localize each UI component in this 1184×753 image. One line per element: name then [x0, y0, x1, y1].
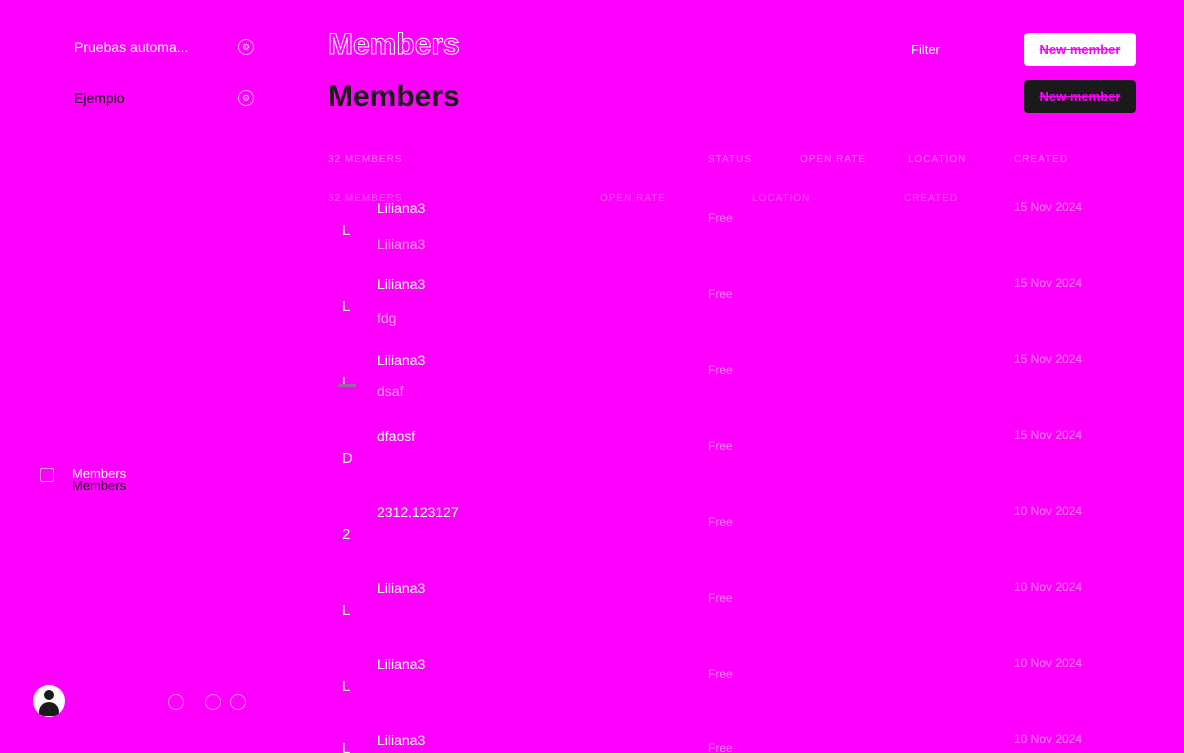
- member-avatar: 2: [342, 526, 351, 543]
- table-row[interactable]: L Liliana3 Free 10 Nov 2024: [328, 656, 1108, 732]
- member-created: 15 Nov 2024: [1014, 276, 1083, 290]
- member-name: Liliana3: [377, 732, 426, 748]
- member-name: Liliana3: [377, 352, 426, 368]
- column-header-location[interactable]: LOCATION: [908, 154, 966, 165]
- help-icon[interactable]: [205, 694, 221, 710]
- table-row[interactable]: L Liliana3 Free 10 Nov 2024: [328, 580, 1108, 656]
- table-row[interactable]: D dfaosf Free 15 Nov 2024: [328, 428, 1108, 504]
- page-title: Members: [328, 28, 461, 62]
- table-row[interactable]: L Liliana3 Liliana3 Free 15 Nov 2024: [328, 200, 1108, 276]
- filter-button[interactable]: Filter: [911, 42, 940, 57]
- new-member-button[interactable]: New member: [1024, 33, 1136, 66]
- avatar-body: [39, 702, 59, 716]
- member-name: dfaosf: [377, 428, 416, 444]
- member-status: Free: [708, 591, 733, 605]
- member-name: Liliana3: [377, 276, 426, 292]
- avatar-head: [44, 690, 54, 700]
- member-avatar: D: [342, 450, 353, 467]
- site-item-pruebas[interactable]: Pruebas automa... ⚙: [74, 36, 254, 58]
- member-name: Liliana3: [377, 200, 426, 216]
- sidebar-item-label-stack: Members Members: [72, 466, 162, 496]
- sidebar-item-members[interactable]: Members Members: [40, 466, 162, 496]
- member-status: Free: [708, 439, 733, 453]
- page-title-shadow: Members: [328, 80, 460, 113]
- table-row[interactable]: 2 2312.123127 Free 10 Nov 2024: [328, 504, 1108, 580]
- site-item-ejemplo[interactable]: Ejemplo ⚙: [74, 87, 254, 109]
- member-created: 10 Nov 2024: [1014, 504, 1083, 518]
- member-email: Liliana3: [377, 236, 426, 252]
- user-avatar[interactable]: [33, 685, 65, 717]
- member-avatar: L: [342, 740, 351, 753]
- sidebar-item-label-shadow: Members: [72, 478, 127, 493]
- member-created: 10 Nov 2024: [1014, 656, 1083, 670]
- members-icon: [40, 468, 54, 482]
- member-status: Free: [708, 515, 733, 529]
- site-item-label: Pruebas automa...: [74, 39, 189, 55]
- table-row[interactable]: L Liliana3 fdg Free 15 Nov 2024: [328, 276, 1108, 352]
- member-name: Liliana3: [377, 656, 426, 672]
- column-header-open-rate[interactable]: OPEN RATE: [800, 154, 866, 165]
- member-created: 10 Nov 2024: [1014, 732, 1083, 746]
- member-email: fdg: [377, 310, 397, 326]
- member-status: Free: [708, 741, 733, 753]
- column-header-members[interactable]: 32 MEMBERS: [328, 154, 402, 165]
- member-status: Free: [708, 363, 733, 377]
- member-avatar: L: [342, 678, 351, 695]
- member-created: 10 Nov 2024: [1014, 580, 1083, 594]
- member-created: 15 Nov 2024: [1014, 200, 1083, 214]
- member-status: Free: [708, 667, 733, 681]
- avatar-underline: [338, 384, 356, 387]
- gear-icon[interactable]: ⚙: [238, 90, 254, 106]
- column-header-created[interactable]: CREATED: [1014, 154, 1068, 165]
- sidebar: Pruebas automa... ⚙ Ejemplo ⚙ Members Me…: [0, 0, 290, 753]
- member-created: 15 Nov 2024: [1014, 428, 1083, 442]
- table-row[interactable]: L Liliana3 dsaf Free 15 Nov 2024: [328, 352, 1108, 428]
- member-avatar: L: [342, 602, 351, 619]
- column-header-status[interactable]: STATUS: [708, 154, 752, 165]
- gear-icon[interactable]: ⚙: [238, 39, 254, 55]
- member-status: Free: [708, 287, 733, 301]
- site-item-label: Ejemplo: [74, 90, 125, 106]
- member-name: Liliana3: [377, 580, 426, 596]
- main-content: Members Members Filter New member bers N…: [328, 0, 1148, 753]
- member-avatar: L: [342, 298, 351, 315]
- member-name: 2312.123127: [377, 504, 459, 520]
- member-avatar: L: [342, 222, 351, 239]
- member-created: 15 Nov 2024: [1014, 352, 1083, 366]
- member-status: Free: [708, 211, 733, 225]
- member-email: dsaf: [377, 383, 404, 399]
- moon-icon[interactable]: [168, 694, 184, 710]
- member-avatar: L: [342, 374, 351, 391]
- table-row[interactable]: L Liliana3 Free 10 Nov 2024: [328, 732, 1108, 753]
- sidebar-footer: [33, 685, 246, 717]
- members-app: Pruebas automa... ⚙ Ejemplo ⚙ Members Me…: [0, 0, 1184, 753]
- settings-icon[interactable]: [230, 694, 246, 710]
- new-member-button-shadow[interactable]: New member: [1024, 80, 1136, 113]
